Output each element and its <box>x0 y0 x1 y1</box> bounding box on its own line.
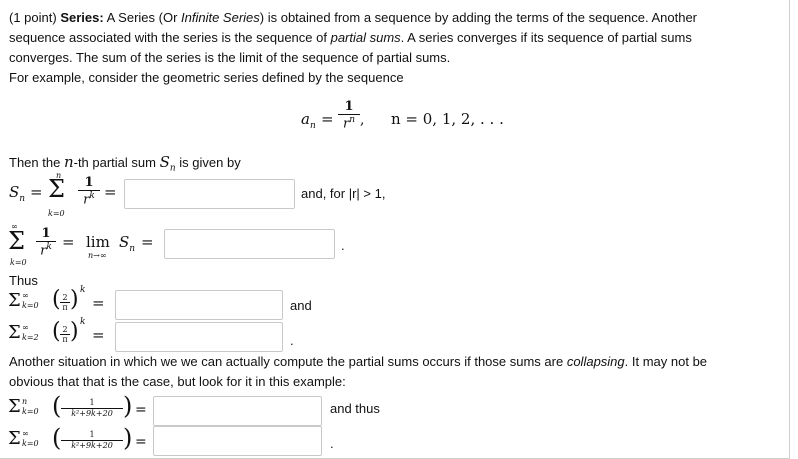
collapse-row2-fraction: 1 k²+9k+20 <box>61 430 123 451</box>
collapse-row1-answer[interactable] <box>153 396 322 426</box>
thus-row2-fraction: 2 π <box>60 325 70 344</box>
intro-line-2: sequence associated with the series is t… <box>9 28 692 47</box>
partial-sum-answer[interactable] <box>124 179 295 209</box>
intro-line-3: converges. The sum of the series is the … <box>9 50 451 65</box>
seq-num: 1 <box>344 99 354 114</box>
limit-fraction: 1 rk <box>36 226 56 258</box>
thus-row1-lower: k=0 <box>22 301 39 310</box>
partial-sums-text: partial sums <box>330 30 401 45</box>
collapse-row1-eq: = <box>135 402 147 418</box>
collapse-row2-lower: k=0 <box>22 439 39 448</box>
partial-sigma: Σ <box>48 175 65 203</box>
collapse-row1-after: and thus <box>330 401 380 416</box>
thus-row1-answer[interactable] <box>115 290 283 320</box>
thus-row2-rparen: ) <box>70 319 79 344</box>
thus-row1-fraction: 2 π <box>60 293 70 312</box>
seq-a: an <box>301 110 316 131</box>
collapse-line-1: Another situation in which we we can act… <box>9 354 708 369</box>
collapse-row1-rparen: ) <box>123 392 133 420</box>
partial-S: Sn <box>9 183 26 204</box>
limit-sigma: Σ <box>8 227 25 255</box>
seq-fraction: 1 rn <box>338 99 360 131</box>
partial-sum-bottom: k=0 <box>48 209 65 218</box>
partial-eq1: = <box>30 183 43 201</box>
intro-line-4: For example, consider the geometric seri… <box>9 70 404 85</box>
limit-answer[interactable] <box>164 229 335 259</box>
thus-row1-eq: = <box>92 294 105 312</box>
intro-line1-rest: A Series (Or <box>103 10 182 25</box>
collapse-row1-lparen: ( <box>52 392 62 420</box>
thus-row1-upper: ∞ <box>22 291 29 300</box>
limit-period: . <box>341 238 345 253</box>
limit-eq1: = <box>62 233 75 251</box>
collapse-row2-answer[interactable] <box>153 426 322 456</box>
limit-lim: lim <box>86 233 110 251</box>
thus-row2-sigma: Σ <box>8 322 21 343</box>
partial-fraction: 1 rk <box>78 175 100 207</box>
collapse-row2-upper: ∞ <box>22 429 29 438</box>
collapse-row2-lparen: ( <box>52 424 62 452</box>
collapse-row2-eq: = <box>135 434 147 450</box>
thus-row1-pow: k <box>80 285 86 295</box>
collapse-row1-upper: n <box>22 397 28 406</box>
thus-row1-sigma: Σ <box>8 290 21 311</box>
intro-line1-tail: ) is obtained from a sequence by adding … <box>259 10 698 25</box>
partial-eq2: = <box>104 183 117 201</box>
series-label: Series: <box>60 10 104 25</box>
intro-line-1: (1 point) Series: A Series (Or Infinite … <box>9 8 697 27</box>
thus-row2-pow: k <box>80 317 86 327</box>
seq-eq: = <box>321 110 334 128</box>
seq-den: rn <box>338 114 360 131</box>
and-for-text: and, for |r| > 1, <box>301 186 386 201</box>
collapsing-text: collapsing <box>566 354 625 369</box>
thus-row2-after: . <box>290 333 294 348</box>
intro-line2-a: sequence associated with the series is t… <box>9 30 331 45</box>
thus-row2-lower: k=2 <box>22 333 39 342</box>
point-label: (1 point) <box>9 10 57 25</box>
limit-eq2: = <box>141 233 154 251</box>
seq-comma: , <box>360 112 365 128</box>
limit-lim-sub: n→∞ <box>88 251 107 260</box>
thus-row2-eq: = <box>92 326 105 344</box>
collapse-row1-sigma: Σ <box>8 396 21 417</box>
thus-row2-upper: ∞ <box>22 323 29 332</box>
thus-label: Thus <box>9 273 38 288</box>
collapse-row1-fraction: 1 k²+9k+20 <box>61 398 123 419</box>
problem-panel: (1 point) Series: A Series (Or Infinite … <box>0 0 790 459</box>
partial-intro: Then the n-th partial sum Sn is given by <box>9 153 241 174</box>
limit-sum-bottom: k=0 <box>10 258 27 267</box>
collapse-row1-lower: k=0 <box>22 407 39 416</box>
infinite-series-text: Infinite Series <box>181 10 260 25</box>
thus-row2-answer[interactable] <box>115 322 283 352</box>
limit-S: Sn <box>119 233 136 254</box>
collapse-line-2: obvious that that is the case, but look … <box>9 374 346 389</box>
thus-row1-after: and <box>290 298 312 313</box>
intro-line2-b: . A series converges if its sequence of … <box>400 30 692 45</box>
thus-row1-rparen: ) <box>70 287 79 312</box>
seq-n-range: n = 0, 1, 2, . . . <box>391 110 504 128</box>
collapse-row2-rparen: ) <box>123 424 133 452</box>
collapse-row2-sigma: Σ <box>8 428 21 449</box>
collapse-row2-after: . <box>330 436 334 451</box>
